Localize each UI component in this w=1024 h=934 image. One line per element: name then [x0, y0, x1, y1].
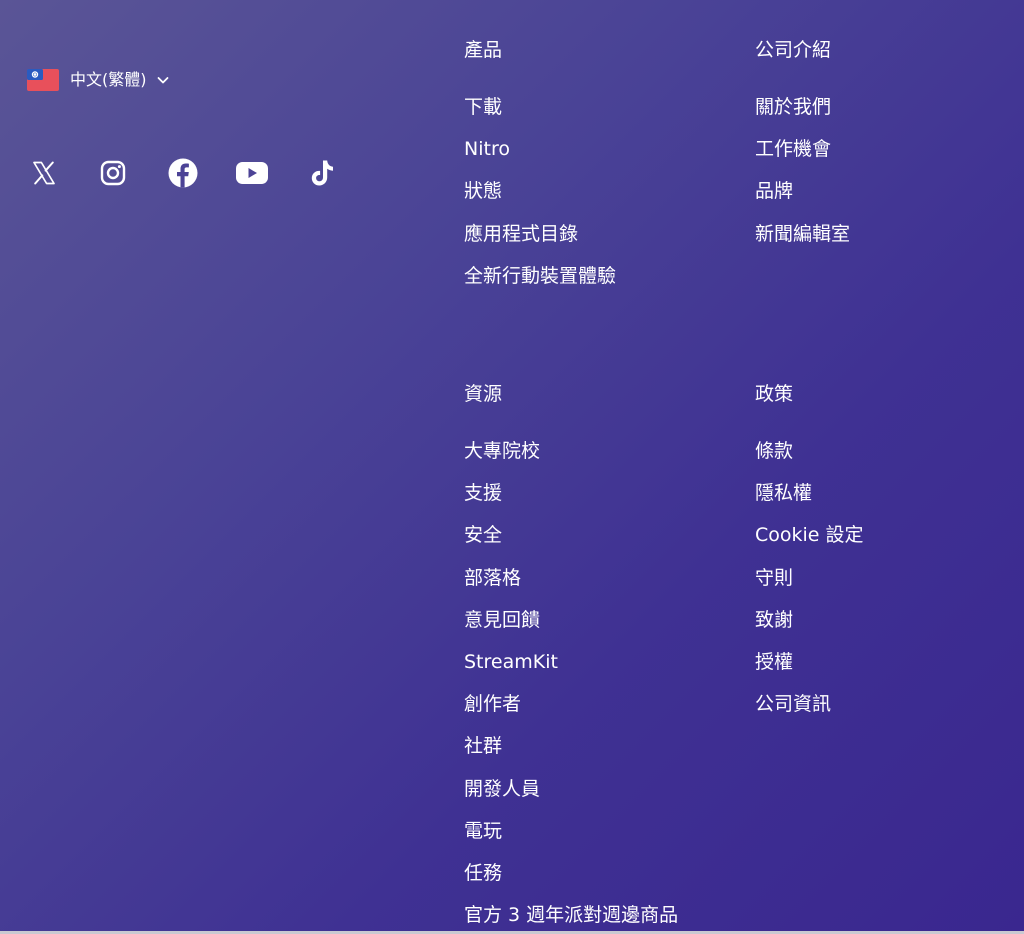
chevron-down-icon [157, 77, 168, 84]
footer-link-support[interactable]: 支援 [464, 481, 678, 523]
footer-link-quests[interactable]: 任務 [464, 861, 678, 903]
social-link-youtube[interactable] [235, 156, 269, 190]
footer-link-jobs[interactable]: 工作機會 [755, 137, 850, 179]
footer-link-community[interactable]: 社群 [464, 734, 678, 776]
footer-link-creators[interactable]: 創作者 [464, 692, 678, 734]
footer-link-streamkit[interactable]: StreamKit [464, 650, 678, 692]
footer-link-company-information[interactable]: 公司資訊 [755, 692, 864, 734]
footer-link-cookie-settings[interactable]: Cookie 設定 [755, 523, 864, 565]
column-heading-products: 產品 [464, 39, 503, 61]
footer-link-guidelines[interactable]: 守則 [755, 566, 864, 608]
youtube-icon [236, 162, 268, 184]
footer-link-nitro[interactable]: Nitro [464, 137, 616, 179]
language-label: 中文(繁體) [70, 70, 147, 89]
tiktok-icon [311, 160, 333, 186]
footer-link-licenses[interactable]: 授權 [755, 650, 864, 692]
social-link-facebook[interactable] [166, 156, 200, 190]
social-link-tiktok[interactable] [305, 156, 339, 190]
footer-link-newsroom[interactable]: 新聞編輯室 [755, 222, 850, 264]
footer-link-app-directory[interactable]: 應用程式目錄 [464, 222, 616, 264]
taiwan-flag-icon [27, 69, 59, 91]
social-link-instagram[interactable] [96, 156, 130, 190]
link-list-products: 下載 Nitro 狀態 應用程式目錄 全新行動裝置體驗 [464, 95, 616, 306]
footer-link-brand[interactable]: 品牌 [755, 179, 850, 221]
instagram-icon [100, 160, 126, 186]
footer-link-new-mobile-experience[interactable]: 全新行動裝置體驗 [464, 264, 616, 306]
column-heading-resources: 資源 [464, 383, 503, 405]
footer-link-safety[interactable]: 安全 [464, 523, 678, 565]
footer-link-acknowledgements[interactable]: 致謝 [755, 608, 864, 650]
footer-link-about[interactable]: 關於我們 [755, 95, 850, 137]
footer-link-gaming[interactable]: 電玩 [464, 819, 678, 861]
footer-link-status[interactable]: 狀態 [464, 179, 616, 221]
facebook-icon [168, 158, 198, 188]
footer-link-terms[interactable]: 條款 [755, 439, 864, 481]
site-footer: 中文(繁體) 產品 下載 Nitro 狀態 應用程式目錄 全新行動裝置體驗 公司… [0, 0, 1024, 931]
footer-link-privacy[interactable]: 隱私權 [755, 481, 864, 523]
link-list-company: 關於我們 工作機會 品牌 新聞編輯室 [755, 95, 850, 264]
footer-link-merch[interactable]: 官方 3 週年派對週邊商品 [464, 903, 678, 931]
social-link-x[interactable] [27, 156, 61, 190]
footer-link-college[interactable]: 大專院校 [464, 439, 678, 481]
language-selector[interactable]: 中文(繁體) [27, 68, 170, 92]
link-list-resources: 大專院校 支援 安全 部落格 意見回饋 StreamKit 創作者 社群 開發人… [464, 439, 678, 931]
column-heading-policies: 政策 [755, 383, 794, 405]
footer-link-blog[interactable]: 部落格 [464, 566, 678, 608]
footer-link-developers[interactable]: 開發人員 [464, 777, 678, 819]
link-list-policies: 條款 隱私權 Cookie 設定 守則 致謝 授權 公司資訊 [755, 439, 864, 734]
footer-link-download[interactable]: 下載 [464, 95, 616, 137]
x-icon [33, 161, 55, 185]
footer-link-feedback[interactable]: 意見回饋 [464, 608, 678, 650]
column-heading-company: 公司介紹 [755, 39, 832, 61]
